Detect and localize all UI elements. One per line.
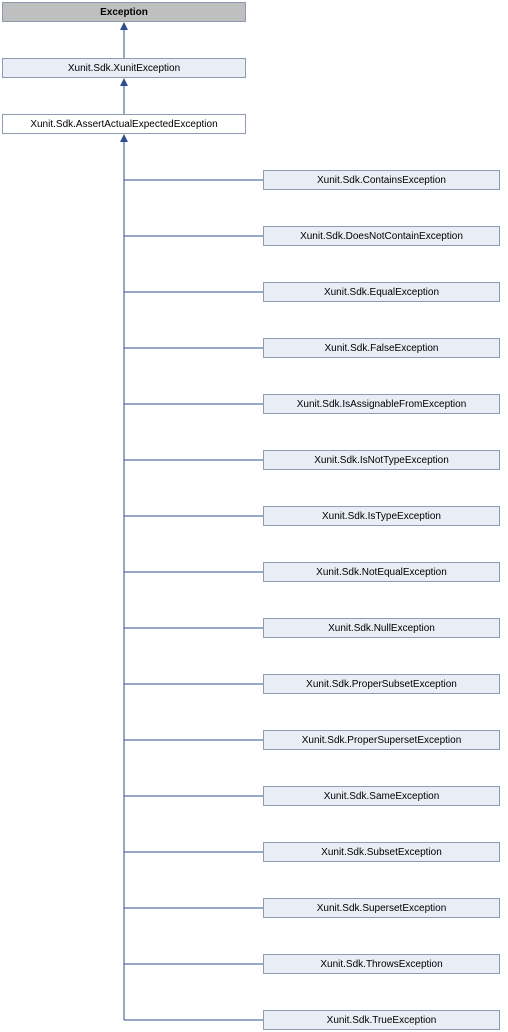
node-leaf[interactable]: Xunit.Sdk.NullException xyxy=(263,618,500,638)
node-leaf[interactable]: Xunit.Sdk.IsTypeException xyxy=(263,506,500,526)
node-leaf[interactable]: Xunit.Sdk.ProperSupersetException xyxy=(263,730,500,750)
node-leaf[interactable]: Xunit.Sdk.NotEqualException xyxy=(263,562,500,582)
node-leaf[interactable]: Xunit.Sdk.SubsetException xyxy=(263,842,500,862)
node-xunit-exception[interactable]: Xunit.Sdk.XunitException xyxy=(2,58,246,78)
node-leaf[interactable]: Xunit.Sdk.FalseException xyxy=(263,338,500,358)
node-exception[interactable]: Exception xyxy=(2,2,246,22)
node-assert-actual-expected-exception[interactable]: Xunit.Sdk.AssertActualExpectedException xyxy=(2,114,246,134)
node-leaf[interactable]: Xunit.Sdk.SameException xyxy=(263,786,500,806)
node-leaf[interactable]: Xunit.Sdk.IsNotTypeException xyxy=(263,450,500,470)
node-leaf[interactable]: Xunit.Sdk.ProperSubsetException xyxy=(263,674,500,694)
node-leaf[interactable]: Xunit.Sdk.DoesNotContainException xyxy=(263,226,500,246)
node-leaf[interactable]: Xunit.Sdk.TrueException xyxy=(263,1010,500,1030)
node-leaf[interactable]: Xunit.Sdk.EqualException xyxy=(263,282,500,302)
node-leaf[interactable]: Xunit.Sdk.IsAssignableFromException xyxy=(263,394,500,414)
node-leaf[interactable]: Xunit.Sdk.ContainsException xyxy=(263,170,500,190)
node-leaf[interactable]: Xunit.Sdk.ThrowsException xyxy=(263,954,500,974)
node-leaf[interactable]: Xunit.Sdk.SupersetException xyxy=(263,898,500,918)
